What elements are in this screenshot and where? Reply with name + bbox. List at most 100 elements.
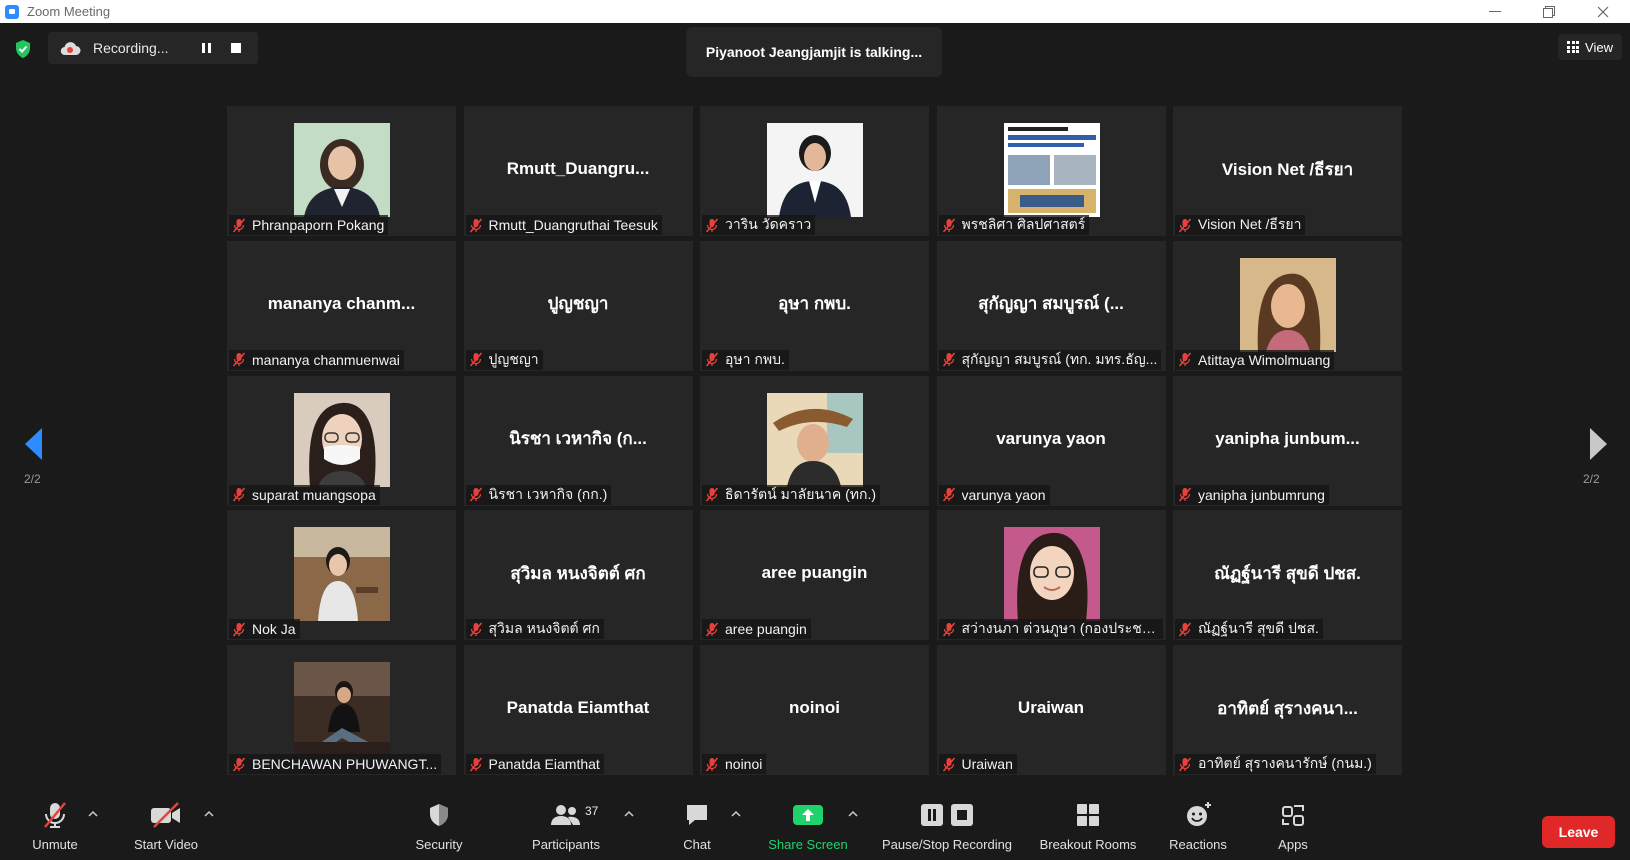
participant-name: อาทิตย์ สุรางคนารักษ์ (กนม.): [1198, 755, 1372, 771]
participant-tile[interactable]: อาทิตย์ สุรางคนา... อาทิตย์ สุรางคนารักษ์…: [1173, 645, 1402, 775]
breakout-rooms-button[interactable]: Breakout Rooms: [1034, 798, 1142, 858]
security-label: Security: [415, 837, 463, 852]
participants-options-caret-icon[interactable]: [624, 810, 634, 818]
unmute-button[interactable]: Unmute: [20, 798, 90, 858]
participant-tile[interactable]: Vision Net /ธีรยา Vision Net /ธีรยา: [1173, 106, 1402, 236]
share-screen-button[interactable]: Share Screen: [764, 798, 852, 858]
participant-tile[interactable]: suparat muangsopa: [227, 375, 456, 506]
restore-button[interactable]: [1522, 0, 1576, 23]
audio-options-caret-icon[interactable]: [88, 810, 98, 818]
breakout-rooms-label: Breakout Rooms: [1039, 837, 1137, 852]
participant-name: สุวิมล หนงจิตต์ ศก: [488, 620, 600, 637]
mic-muted-icon: [705, 756, 719, 772]
chat-button[interactable]: Chat: [672, 798, 722, 858]
participant-name-tag: ธิดารัตน์ มาลัยนาค (ทก.): [702, 484, 881, 505]
pause-recording-button[interactable]: [198, 40, 214, 56]
mic-muted-icon: [705, 217, 719, 233]
share-options-caret-icon[interactable]: [848, 810, 858, 818]
participant-name-tag: Vision Net /ธีรยา: [1175, 215, 1306, 235]
participant-name: mananya chanmuenwai: [252, 351, 400, 368]
mic-muted-icon: [942, 622, 956, 637]
pause-stop-recording-button[interactable]: Pause/Stop Recording: [876, 798, 1018, 858]
participant-name-tag: สุวิมล หนงจิตต์ ศก: [465, 619, 604, 640]
participant-tile[interactable]: สว่างนภา ต่วนภูษา (กองประชาสั...: [936, 510, 1166, 641]
participant-tile[interactable]: noinoi noinoi: [700, 645, 929, 775]
participant-tile[interactable]: yanipha junbum... yanipha junbumrung: [1173, 375, 1402, 506]
participant-tile[interactable]: BENCHAWAN PHUWANGT...: [227, 645, 456, 775]
apps-button[interactable]: Apps: [1268, 798, 1318, 858]
participant-tile[interactable]: Panatda Eiamthat Panatda Eiamthat: [463, 645, 693, 775]
participant-tile[interactable]: varunya yaon varunya yaon: [936, 375, 1166, 506]
start-video-button[interactable]: Start Video: [122, 798, 210, 858]
recording-indicator: Recording...: [48, 32, 258, 64]
participant-tile[interactable]: Atittaya Wimolmuang: [1173, 240, 1402, 371]
participant-photo: [294, 527, 390, 622]
close-button[interactable]: [1576, 0, 1630, 23]
participant-tile[interactable]: aree puangin aree puangin: [700, 510, 929, 641]
mic-muted-icon: [1178, 217, 1192, 233]
participant-name-tag: Rmutt_Duangruthai Teesuk: [465, 215, 662, 235]
participant-tile[interactable]: Nok Ja: [227, 510, 456, 641]
mic-muted-icon: [942, 217, 956, 233]
participant-photo: [294, 392, 390, 487]
mic-muted-icon: [1178, 622, 1192, 637]
participant-tile[interactable]: ณัฏฐ์นารี สุขดี ปชส. ณัฏฐ์นารี สุขดี ปชส.: [1173, 510, 1402, 641]
participant-tile[interactable]: สุกัญญา สมบูรณ์ (... สุกัญญา สมบูรณ์ (ทก.…: [936, 240, 1166, 371]
participant-name-tag: ปูญชญา: [465, 349, 543, 370]
stop-recording-button[interactable]: [231, 43, 241, 53]
chat-label: Chat: [683, 837, 711, 852]
participant-name-tag: Atittaya Wimolmuang: [1175, 349, 1335, 370]
participant-tile[interactable]: ธิดารัตน์ มาลัยนาค (ทก.): [700, 375, 929, 506]
security-shield-icon: [430, 804, 448, 826]
share-screen-label: Share Screen: [768, 837, 848, 852]
participant-tile[interactable]: อุษา กพบ. อุษา กพบ.: [700, 240, 929, 371]
mic-muted-icon: [232, 352, 246, 367]
participant-name-tag: สว่างนภา ต่วนภูษา (กองประชาสั...: [938, 619, 1163, 640]
participant-tile[interactable]: วาริน วัดคราว: [700, 106, 929, 236]
cloud-recording-icon: [60, 42, 81, 56]
mic-muted-icon: [469, 352, 483, 367]
zoom-app-icon: [5, 4, 19, 19]
participant-tile[interactable]: นิรชา เวหากิจ (ก... นิรชา เวหากิจ (กก.): [463, 375, 693, 506]
participant-name: Uraiwan: [961, 756, 1013, 772]
encryption-shield-icon[interactable]: [14, 39, 32, 59]
participant-name: ธิดารัตน์ มาลัยนาค (ทก.): [725, 485, 877, 502]
page-indicator-right: 2/2: [1583, 472, 1600, 486]
participant-name: Nok Ja: [252, 621, 296, 638]
chat-options-caret-icon[interactable]: [731, 810, 741, 818]
next-page-arrow-icon[interactable]: [1586, 426, 1610, 462]
leave-button[interactable]: Leave: [1542, 816, 1615, 848]
reactions-button[interactable]: Reactions: [1160, 798, 1236, 858]
participant-name-tag: varunya yaon: [938, 484, 1050, 505]
participant-tile[interactable]: พรชลิศา ศิลปศาสตร์: [936, 106, 1166, 236]
participant-tile[interactable]: ปูญชญา ปูญชญา: [463, 240, 693, 371]
previous-page-arrow-icon[interactable]: [22, 426, 46, 462]
participant-tile[interactable]: Phranpaporn Pokang: [227, 106, 456, 236]
participant-tile[interactable]: mananya chanm... mananya chanmuenwai: [227, 240, 456, 371]
view-label: View: [1585, 39, 1613, 55]
active-speaker-banner: Piyanoot Jeangjamjit is talking...: [686, 27, 942, 77]
video-options-caret-icon[interactable]: [204, 810, 214, 818]
participant-tile[interactable]: สุวิมล หนงจิตต์ ศก สุวิมล หนงจิตต์ ศก: [463, 510, 693, 641]
participant-name: วาริน วัดคราว: [725, 216, 812, 232]
participant-name: noinoi: [725, 756, 763, 772]
minimize-button[interactable]: [1468, 0, 1522, 23]
mic-muted-icon: [469, 487, 483, 502]
page-indicator-left: 2/2: [24, 472, 41, 486]
participant-name: สว่างนภา ต่วนภูษา (กองประชาสั...: [961, 620, 1159, 637]
mic-muted-icon: [1178, 352, 1192, 367]
apps-icon: [1282, 805, 1304, 826]
start-video-label: Start Video: [133, 837, 199, 852]
participant-name: Rmutt_Duangruthai Teesuk: [488, 217, 658, 233]
security-button[interactable]: Security: [406, 798, 472, 858]
mic-muted-icon: [705, 487, 719, 502]
participant-tile[interactable]: Rmutt_Duangru... Rmutt_Duangruthai Teesuk: [463, 106, 693, 236]
participant-name: Panatda Eiamthat: [488, 756, 600, 772]
participant-name-tag: yanipha junbumrung: [1175, 484, 1329, 505]
participant-tile[interactable]: Uraiwan Uraiwan: [936, 645, 1166, 775]
view-button[interactable]: View: [1558, 34, 1622, 60]
participant-name: อุษา กพบ.: [725, 350, 785, 367]
participant-name: พรชลิศา ศิลปศาสตร์: [961, 216, 1086, 232]
mic-muted-icon: [469, 622, 483, 637]
participant-name-tag: อาทิตย์ สุรางคนารักษ์ (กนม.): [1175, 754, 1376, 774]
